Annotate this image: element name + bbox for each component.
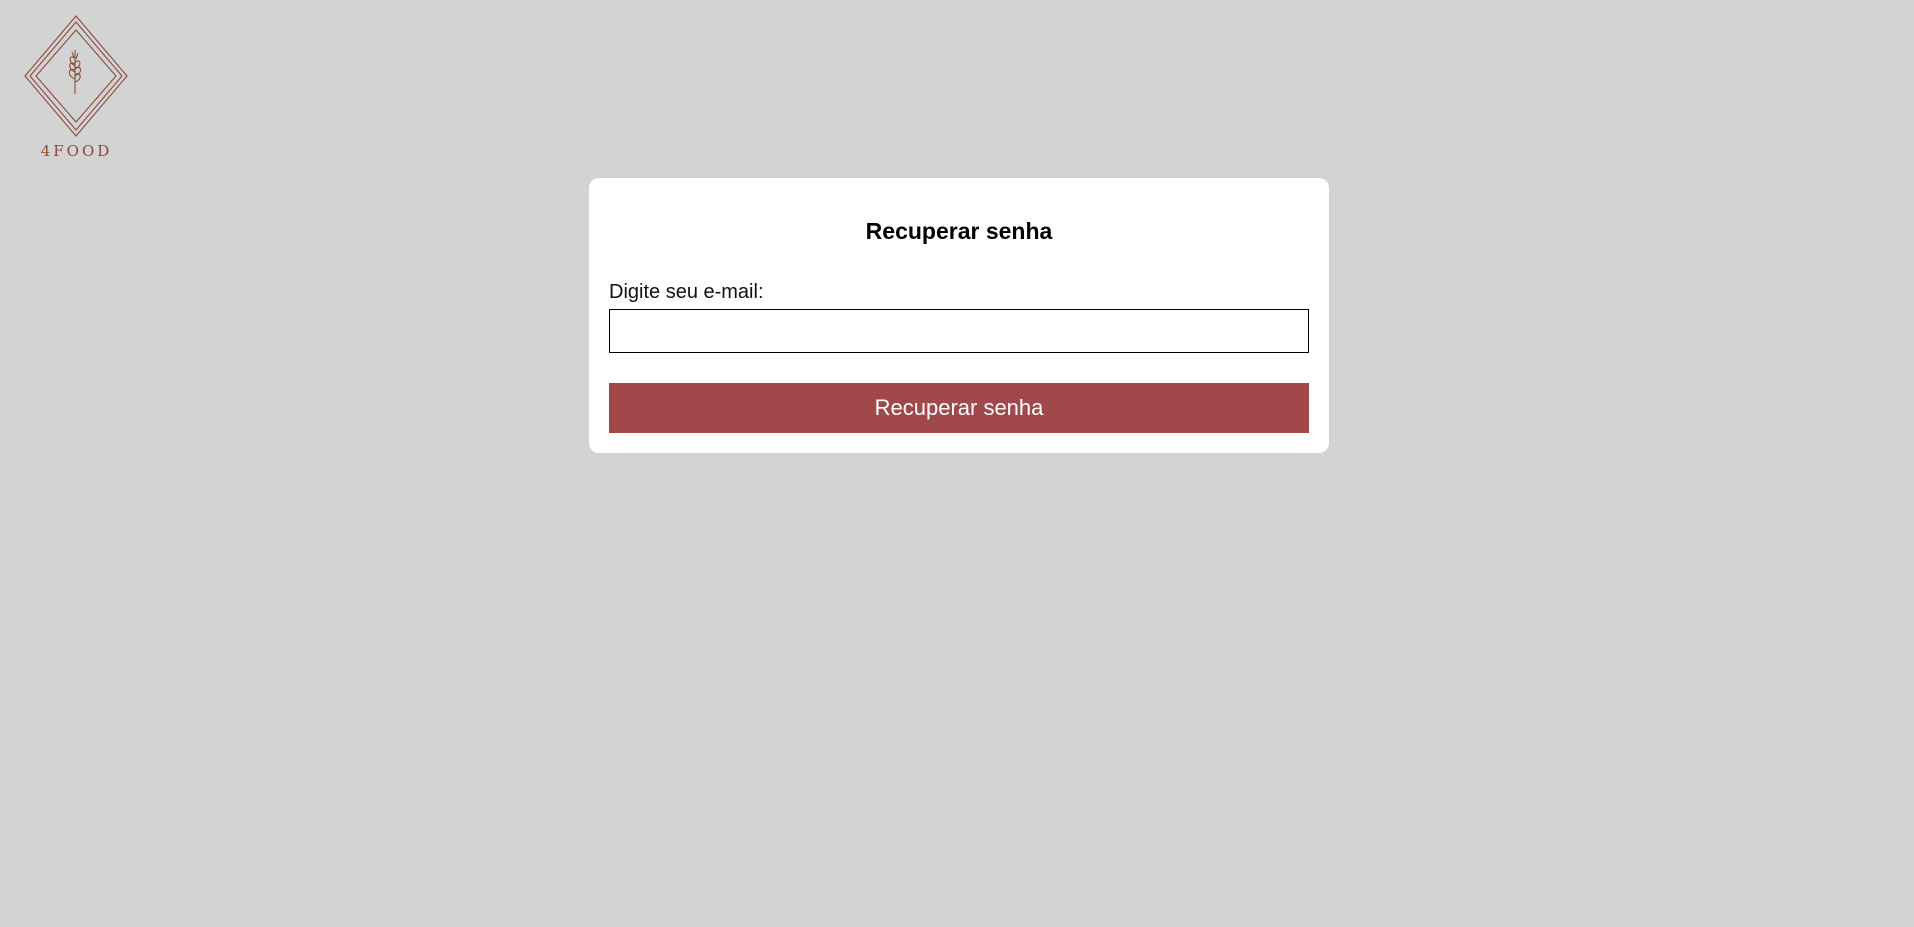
- brand-name: 4FOOD: [40, 142, 113, 160]
- recover-password-button[interactable]: Recuperar senha: [609, 383, 1309, 433]
- recover-password-card: Recuperar senha Digite seu e-mail: Recup…: [589, 178, 1329, 453]
- page-title: Recuperar senha: [865, 218, 1053, 244]
- brand-logo: 4FOOD: [24, 14, 129, 164]
- email-field[interactable]: [609, 309, 1309, 353]
- diamond-wheat-logo-icon: [24, 15, 128, 137]
- email-label: Digite seu e-mail:: [609, 281, 764, 303]
